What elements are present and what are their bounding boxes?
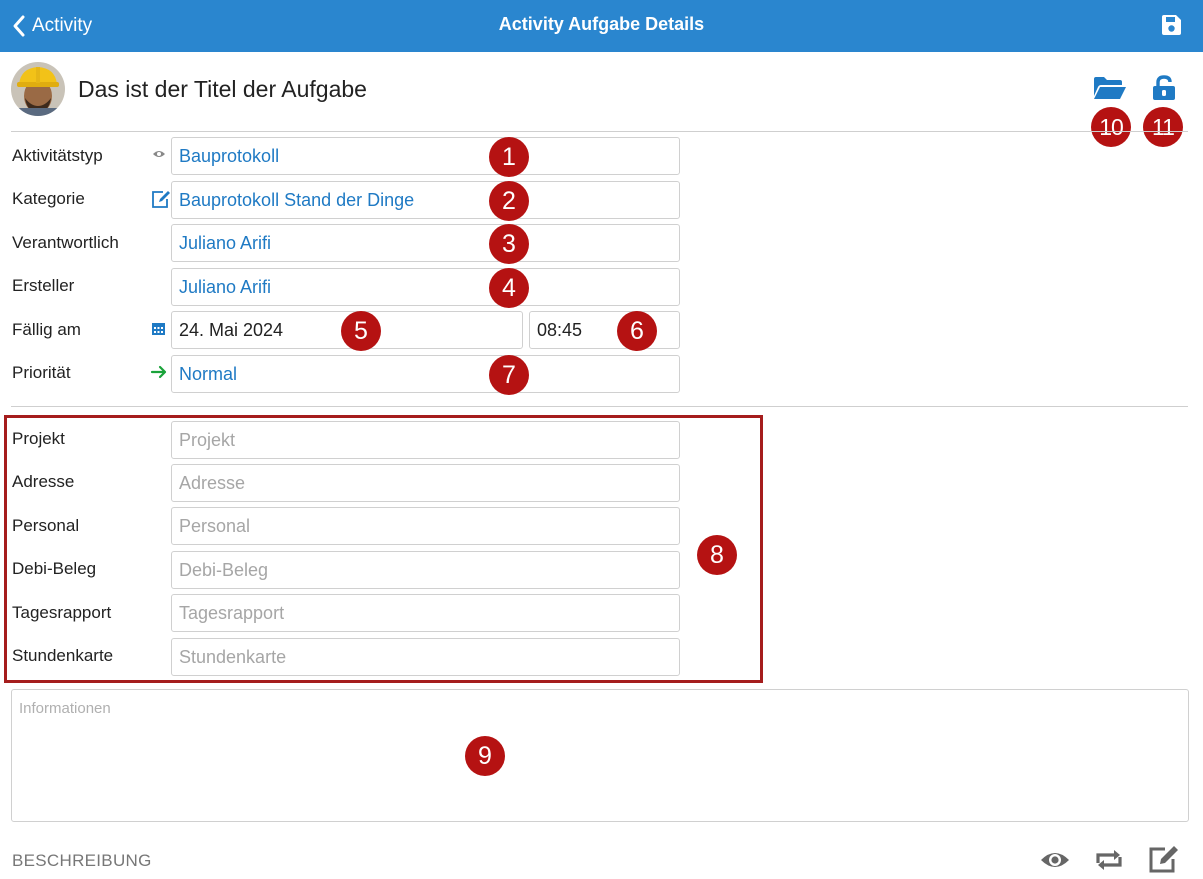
aktivitaetstyp-field[interactable]: Bauprotokoll <box>171 137 680 175</box>
callout-11: 11 <box>1143 107 1183 147</box>
due-time-field[interactable]: 08:45 <box>529 311 680 349</box>
callout-10: 10 <box>1091 107 1131 147</box>
edit-icon[interactable] <box>1148 845 1180 873</box>
prioritaet-label: Priorität <box>12 363 71 382</box>
eye-icon <box>153 151 165 157</box>
callout-6: 6 <box>617 311 657 351</box>
avatar <box>11 62 65 116</box>
debi-beleg-label: Debi-Beleg <box>12 559 97 578</box>
ersteller-label: Ersteller <box>12 276 75 295</box>
verantwortlich-label: Verantwortlich <box>12 233 119 252</box>
nav-bar: Activity Activity Aufgabe Details <box>0 0 1203 52</box>
prioritaet-field[interactable]: Normal <box>171 355 680 393</box>
callout-8: 8 <box>697 535 737 575</box>
ersteller-field[interactable]: Juliano Arifi <box>171 268 680 306</box>
folder-open-icon[interactable] <box>1093 76 1127 100</box>
callout-2: 2 <box>489 181 529 221</box>
adresse-field[interactable]: Adresse <box>171 464 680 502</box>
kategorie-field[interactable]: Bauprotokoll Stand der Dinge <box>171 181 680 219</box>
task-title: Das ist der Titel der Aufgabe <box>78 76 367 102</box>
debi-beleg-field[interactable]: Debi-Beleg <box>171 551 680 589</box>
edit-icon <box>152 191 170 208</box>
save-icon[interactable] <box>1160 14 1182 36</box>
callout-4: 4 <box>489 268 529 308</box>
faellig-label: Fällig am <box>12 320 81 339</box>
callout-7: 7 <box>489 355 529 395</box>
projekt-label: Projekt <box>12 429 65 448</box>
informationen-textarea[interactable]: Informationen <box>11 689 1189 822</box>
repeat-icon[interactable] <box>1093 847 1125 873</box>
projekt-field[interactable]: Projekt <box>171 421 680 459</box>
lock-open-icon[interactable] <box>1151 75 1177 101</box>
adresse-label: Adresse <box>12 472 75 491</box>
verantwortlich-field[interactable]: Juliano Arifi <box>171 224 680 262</box>
eye-icon[interactable] <box>1040 847 1070 873</box>
divider <box>11 406 1188 407</box>
arrow-right-icon <box>150 365 167 379</box>
personal-label: Personal <box>12 516 80 535</box>
page-title: Activity Aufgabe Details <box>498 14 705 34</box>
callout-3: 3 <box>489 224 529 264</box>
callout-5: 5 <box>341 311 381 351</box>
stundenkarte-label: Stundenkarte <box>12 646 114 665</box>
callout-1: 1 <box>489 137 529 177</box>
aktivitaetstyp-label: Aktivitätstyp <box>12 146 103 165</box>
stundenkarte-field[interactable]: Stundenkarte <box>171 638 680 676</box>
personal-field[interactable]: Personal <box>171 507 680 545</box>
calendar-icon <box>152 323 165 335</box>
callout-9: 9 <box>465 736 505 776</box>
divider <box>11 131 1188 132</box>
tagesrapport-label: Tagesrapport <box>12 603 112 622</box>
kategorie-label: Kategorie <box>12 189 85 208</box>
section-label: BESCHREIBUNG <box>12 851 152 870</box>
tagesrapport-field[interactable]: Tagesrapport <box>171 594 680 632</box>
